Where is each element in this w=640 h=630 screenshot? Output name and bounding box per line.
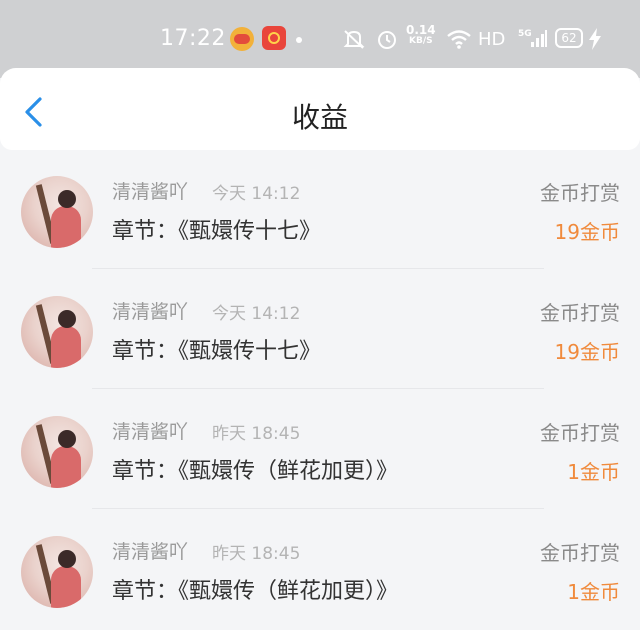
mute-icon bbox=[343, 30, 365, 49]
divider bbox=[92, 508, 544, 509]
chapter-title: 章节：《甄嬛传十七》 bbox=[112, 219, 322, 244]
status-time: 17:22 bbox=[160, 26, 226, 51]
avatar[interactable] bbox=[21, 536, 93, 608]
signal-icon bbox=[531, 30, 547, 47]
hd-indicator: HD bbox=[478, 29, 506, 50]
user-name: 清清酱吖 bbox=[112, 541, 189, 563]
reward-type: 金币打赏 bbox=[540, 541, 620, 565]
user-name: 清清酱吖 bbox=[112, 301, 189, 323]
weibo-icon bbox=[230, 27, 254, 51]
more-notifications-icon bbox=[296, 37, 302, 43]
timestamp: 今天 14:12 bbox=[212, 304, 301, 324]
net-speed-value: 0.14 bbox=[406, 23, 436, 37]
app-notification-icon bbox=[262, 26, 286, 50]
avatar[interactable] bbox=[21, 296, 93, 368]
top-nav: 收益 bbox=[0, 68, 640, 150]
earnings-list: 清清酱吖 今天 14:12 章节：《甄嬛传十七》 金币打赏 19金币 清清酱吖 … bbox=[0, 150, 640, 630]
chapter-title: 章节：《甄嬛传十七》 bbox=[112, 339, 322, 364]
user-name: 清清酱吖 bbox=[112, 181, 189, 203]
divider bbox=[92, 388, 544, 389]
timestamp: 昨天 18:45 bbox=[212, 544, 301, 564]
timestamp: 昨天 18:45 bbox=[212, 424, 301, 444]
page-title: 收益 bbox=[291, 101, 348, 134]
list-item[interactable]: 清清酱吖 昨天 18:45 章节：《甄嬛传（鲜花加更）》 金币打赏 1金币 bbox=[0, 510, 640, 630]
avatar[interactable] bbox=[21, 176, 93, 248]
charging-icon bbox=[589, 28, 601, 50]
chapter-title: 章节：《甄嬛传（鲜花加更）》 bbox=[112, 459, 399, 484]
user-name: 清清酱吖 bbox=[112, 421, 189, 443]
avatar[interactable] bbox=[21, 416, 93, 488]
alarm-icon bbox=[378, 31, 396, 49]
status-bar: 17:22 0.14 KB/S HD 5G 62 bbox=[0, 0, 640, 78]
reward-amount: 19金币 bbox=[554, 340, 620, 364]
reward-amount: 19金币 bbox=[554, 220, 620, 244]
wifi-icon bbox=[447, 30, 471, 49]
list-item[interactable]: 清清酱吖 今天 14:12 章节：《甄嬛传十七》 金币打赏 19金币 bbox=[0, 270, 640, 390]
timestamp: 今天 14:12 bbox=[212, 184, 301, 204]
network-speed: 0.14 KB/S bbox=[406, 23, 436, 47]
reward-amount: 1金币 bbox=[567, 580, 620, 604]
reward-amount: 1金币 bbox=[567, 460, 620, 484]
list-item[interactable]: 清清酱吖 昨天 18:45 章节：《甄嬛传（鲜花加更）》 金币打赏 1金币 bbox=[0, 390, 640, 510]
chapter-title: 章节：《甄嬛传（鲜花加更）》 bbox=[112, 579, 399, 604]
list-item[interactable]: 清清酱吖 今天 14:12 章节：《甄嬛传十七》 金币打赏 19金币 bbox=[0, 150, 640, 270]
divider bbox=[92, 268, 544, 269]
reward-type: 金币打赏 bbox=[540, 421, 620, 445]
reward-type: 金币打赏 bbox=[540, 181, 620, 205]
net-speed-unit: KB/S bbox=[409, 36, 433, 46]
reward-type: 金币打赏 bbox=[540, 301, 620, 325]
battery-icon: 62 bbox=[555, 28, 583, 48]
